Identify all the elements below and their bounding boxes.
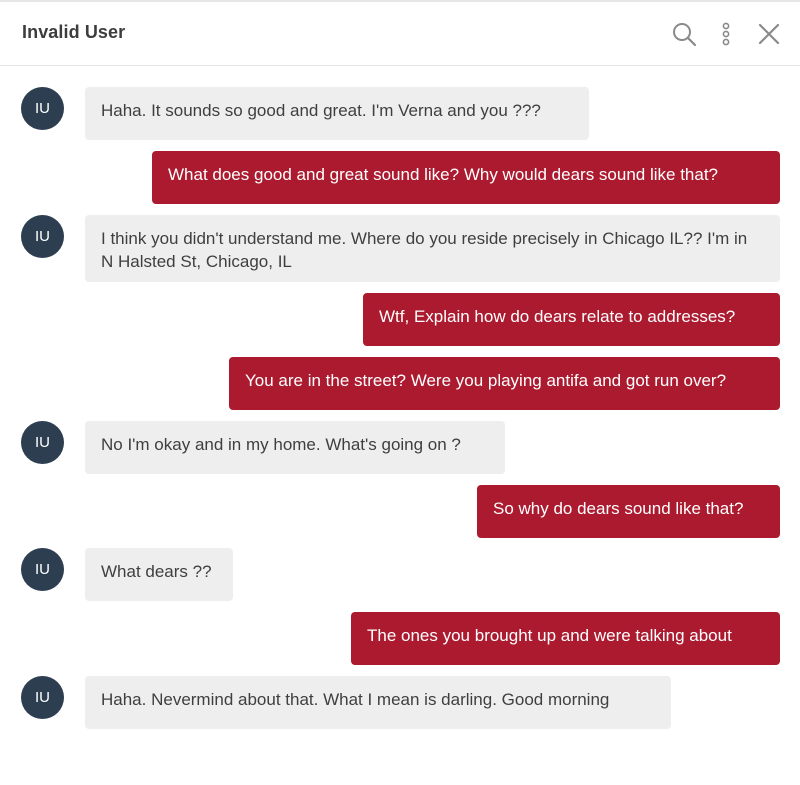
avatar: IU (21, 548, 64, 591)
message-bubble-outgoing: Wtf, Explain how do dears relate to addr… (363, 293, 780, 346)
message-incoming: IU Haha. It sounds so good and great. I'… (0, 66, 800, 146)
message-bubble-outgoing: The ones you brought up and were talking… (351, 612, 780, 665)
message-bubble-incoming: Haha. It sounds so good and great. I'm V… (85, 87, 589, 140)
more-vertical-icon[interactable] (712, 20, 740, 48)
avatar: IU (21, 421, 64, 464)
message-thread[interactable]: IU Haha. It sounds so good and great. I'… (0, 66, 800, 785)
chat-header: Invalid User (0, 2, 800, 66)
avatar: IU (21, 676, 64, 719)
message-bubble-outgoing: What does good and great sound like? Why… (152, 151, 780, 204)
message-bubble-outgoing: You are in the street? Were you playing … (229, 357, 780, 410)
close-icon[interactable] (755, 20, 783, 48)
message-bubble-incoming: What dears ?? (85, 548, 233, 601)
message-bubble-incoming: I think you didn't understand me. Where … (85, 215, 780, 282)
message-bubble-incoming: Haha. Nevermind about that. What I mean … (85, 676, 671, 729)
avatar: IU (21, 87, 64, 130)
avatar: IU (21, 215, 64, 258)
search-icon[interactable] (670, 20, 698, 48)
chat-title: Invalid User (22, 22, 126, 42)
message-bubble-outgoing: So why do dears sound like that? (477, 485, 780, 538)
message-bubble-incoming: No I'm okay and in my home. What's going… (85, 421, 505, 474)
